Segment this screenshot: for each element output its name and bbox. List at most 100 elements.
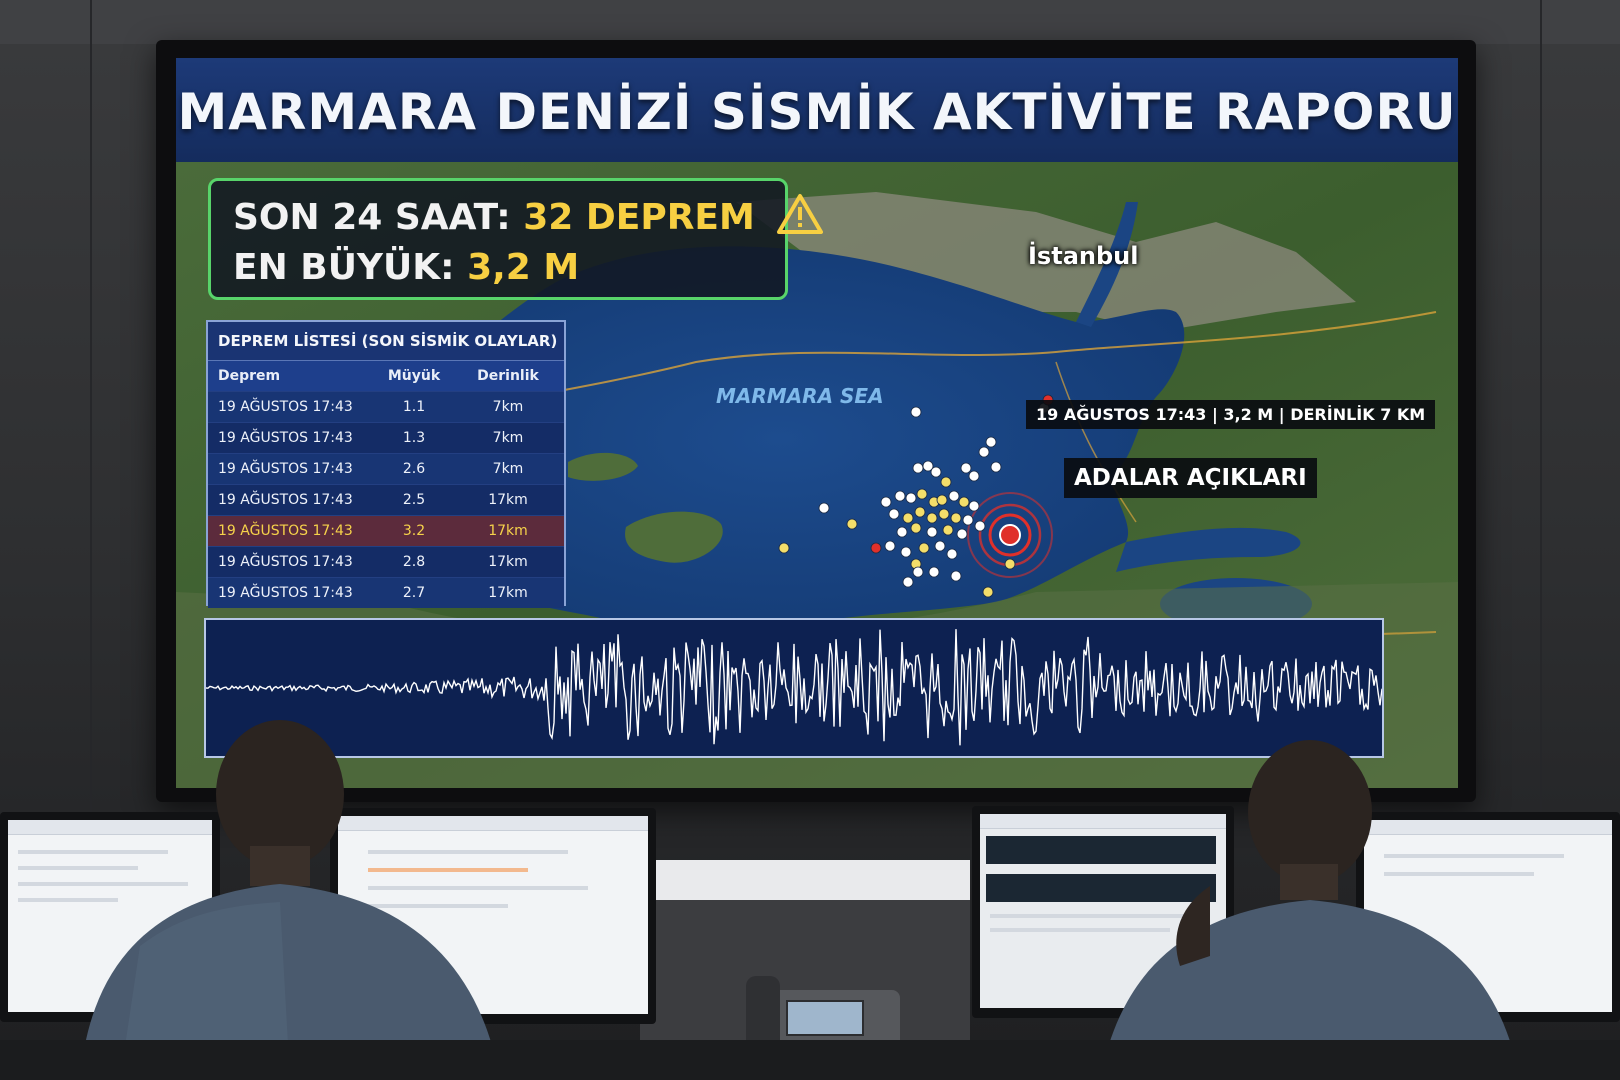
row-magnitude: 2.6 [402, 461, 426, 477]
quake-dot[interactable] [962, 514, 974, 526]
quake-dot[interactable] [910, 522, 922, 534]
quake-dot[interactable] [912, 462, 924, 474]
table-row[interactable]: 19 AĞUSTOS 17:43 2.7 17km [208, 577, 564, 608]
quake-dot[interactable] [910, 406, 922, 418]
quake-dot[interactable] [940, 476, 952, 488]
ceiling-band [0, 0, 1620, 44]
table-row[interactable]: 19 AĞUSTOS 17:43 2.8 17km [208, 546, 564, 577]
quake-dot[interactable] [936, 494, 948, 506]
quake-dot[interactable] [990, 461, 1002, 473]
quake-dot[interactable] [894, 490, 906, 502]
quake-dot[interactable] [884, 540, 896, 552]
summary-count-value: 32 DEPREM [523, 197, 755, 238]
quake-dot[interactable] [928, 566, 940, 578]
table-row[interactable]: 19 AĞUSTOS 17:43 2.5 17km [208, 484, 564, 515]
table-row[interactable]: 19 AĞUSTOS 17:43 2.6 7km [208, 453, 564, 484]
quake-dot[interactable] [956, 528, 968, 540]
quake-dot[interactable] [985, 436, 997, 448]
quake-dot[interactable] [968, 470, 980, 482]
earthquake-list: DEPREM LİSTESİ (SON SİSMİK OLAYLAR) Depr… [206, 320, 566, 608]
quake-dot[interactable] [948, 490, 960, 502]
operator-left [80, 720, 500, 1080]
quake-dot[interactable] [946, 548, 958, 560]
row-time: 19 AĞUSTOS 17:43 [218, 430, 353, 446]
quake-dot[interactable] [950, 512, 962, 524]
quake-dot[interactable] [902, 512, 914, 524]
quake-dot[interactable] [888, 508, 900, 520]
quake-dot[interactable] [818, 502, 830, 514]
table-row-highlighted[interactable]: 19 AĞUSTOS 17:43 3.2 17km [208, 515, 564, 546]
row-depth: 17km [488, 554, 528, 570]
row-time: 19 AĞUSTOS 17:43 [218, 523, 353, 539]
warning-triangle-icon [777, 194, 824, 234]
row-magnitude: 2.7 [402, 585, 426, 601]
quake-dot[interactable] [968, 500, 980, 512]
row-magnitude: 2.5 [402, 492, 426, 508]
row-time: 19 AĞUSTOS 17:43 [218, 585, 353, 601]
phone-screen [786, 1000, 864, 1036]
row-depth: 17km [488, 523, 528, 539]
table-row[interactable]: 19 AĞUSTOS 17:43 1.1 7km [208, 391, 564, 422]
quake-dot[interactable] [900, 546, 912, 558]
row-time: 19 AĞUSTOS 17:43 [218, 554, 353, 570]
quake-dot[interactable] [916, 488, 928, 500]
video-wall-display: MARMARA DENİZİ SİSMİK AKTİVİTE RAPORU SO… [176, 58, 1458, 788]
row-depth: 17km [488, 492, 528, 508]
quake-dot[interactable] [846, 518, 858, 530]
column-header-magnitude: Müyük [387, 368, 441, 384]
row-depth: 17km [488, 585, 528, 601]
city-label-istanbul: İstanbul [1028, 242, 1139, 270]
row-depth: 7km [492, 399, 524, 415]
quake-dot[interactable] [778, 542, 790, 554]
table-row[interactable]: 19 AĞUSTOS 17:43 1.3 7km [208, 422, 564, 453]
sea-label: MARMARA SEA [716, 384, 884, 408]
earthquake-list-body: 19 AĞUSTOS 17:43 1.1 7km 19 AĞUSTOS 17:4… [208, 391, 564, 608]
region-tag[interactable]: ADALAR AÇIKLARI [1064, 458, 1317, 498]
quake-dot[interactable] [938, 508, 950, 520]
row-time: 19 AĞUSTOS 17:43 [218, 399, 353, 415]
summary-count-line: SON 24 SAAT: 32 DEPREM [233, 193, 824, 243]
quake-dot[interactable] [942, 524, 954, 536]
quake-dot[interactable] [902, 576, 914, 588]
earthquake-list-header: Deprem Müyük Derinlik [208, 361, 564, 391]
quake-dot[interactable] [912, 566, 924, 578]
quake-dot[interactable] [896, 526, 908, 538]
quake-dot[interactable] [1004, 558, 1016, 570]
earthquake-list-title: DEPREM LİSTESİ (SON SİSMİK OLAYLAR) [208, 322, 564, 361]
column-header-depth: Derinlik [477, 368, 539, 384]
quake-dot[interactable] [880, 496, 892, 508]
row-magnitude: 3.2 [402, 523, 426, 539]
quake-dot[interactable] [960, 462, 972, 474]
quake-dot[interactable] [930, 466, 942, 478]
seismic-map: SON 24 SAAT: 32 DEPREM EN BÜYÜK: 3,2 M D… [176, 162, 1458, 788]
wall-seam [90, 0, 92, 820]
summary-max-line: EN BÜYÜK: 3,2 M [233, 243, 763, 293]
quake-dot[interactable] [978, 446, 990, 458]
quake-dot[interactable] [982, 586, 994, 598]
quake-dot[interactable] [950, 570, 962, 582]
column-header-time: Deprem [218, 368, 281, 384]
row-time: 19 AĞUSTOS 17:43 [218, 492, 353, 508]
quake-dot[interactable] [974, 520, 986, 532]
quake-dot[interactable] [918, 542, 930, 554]
row-magnitude: 1.1 [402, 399, 426, 415]
desk-surface [0, 1040, 1620, 1080]
quake-dot[interactable] [870, 542, 882, 554]
summary-count-label: SON 24 SAAT: [233, 197, 511, 238]
row-magnitude: 2.8 [402, 554, 426, 570]
summary-max-label: EN BÜYÜK: [233, 247, 455, 288]
quake-dot[interactable] [958, 496, 970, 508]
wall-seam [1540, 0, 1542, 820]
event-tag[interactable]: 19 AĞUSTOS 17:43 | 3,2 M | DERİNLİK 7 KM [1026, 400, 1436, 429]
summary-max-value: 3,2 M [467, 247, 580, 288]
summary-box: SON 24 SAAT: 32 DEPREM EN BÜYÜK: 3,2 M [208, 178, 824, 300]
quake-dot[interactable] [905, 492, 917, 504]
row-time: 19 AĞUSTOS 17:43 [218, 461, 353, 477]
quake-dot[interactable] [914, 506, 926, 518]
row-magnitude: 1.3 [402, 430, 426, 446]
quake-dot[interactable] [926, 526, 938, 538]
operator-right [1100, 740, 1520, 1080]
quake-dot[interactable] [926, 512, 938, 524]
row-depth: 7km [492, 430, 524, 446]
quake-dot[interactable] [934, 540, 946, 552]
